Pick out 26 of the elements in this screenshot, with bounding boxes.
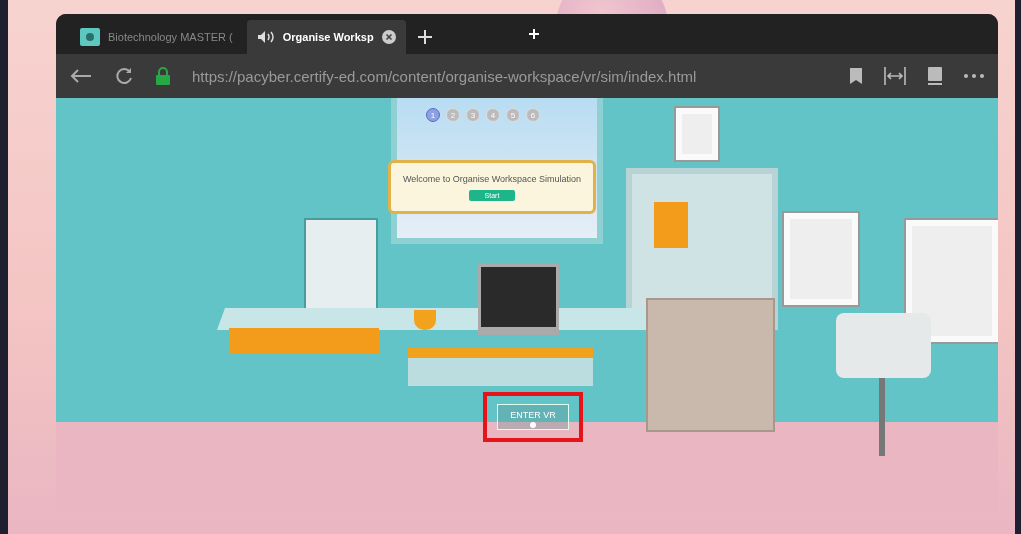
back-button[interactable] [70, 68, 92, 84]
plus-icon [417, 30, 432, 44]
fit-width-icon [884, 67, 906, 85]
mug-drawing [414, 310, 436, 330]
bookmark-icon [850, 68, 862, 84]
padlock-icon [156, 67, 170, 85]
reader-button[interactable] [928, 67, 942, 85]
close-icon[interactable] [381, 30, 396, 44]
picture-frame [676, 108, 718, 160]
binders-drawing [654, 202, 688, 248]
browser-tab[interactable]: Biotechnology MASTER ( [70, 20, 243, 54]
book-icon [928, 67, 942, 85]
speaker-icon [256, 30, 275, 44]
back-arrow-icon [70, 68, 92, 84]
more-icon [964, 74, 984, 78]
pointer-dot [530, 422, 536, 428]
browser-tab[interactable]: Organise Worksp [246, 20, 406, 54]
reload-icon [114, 66, 134, 86]
app-icon [80, 28, 100, 46]
plus-icon [528, 28, 540, 40]
menu-button[interactable] [964, 74, 984, 78]
fit-width-button[interactable] [884, 67, 906, 85]
enter-vr-button[interactable]: ENTER VR [497, 404, 569, 430]
welcome-message: Welcome to Organise Workspace Simulation [402, 173, 582, 184]
bookmark-button[interactable] [850, 68, 862, 84]
reload-button[interactable] [114, 66, 134, 86]
